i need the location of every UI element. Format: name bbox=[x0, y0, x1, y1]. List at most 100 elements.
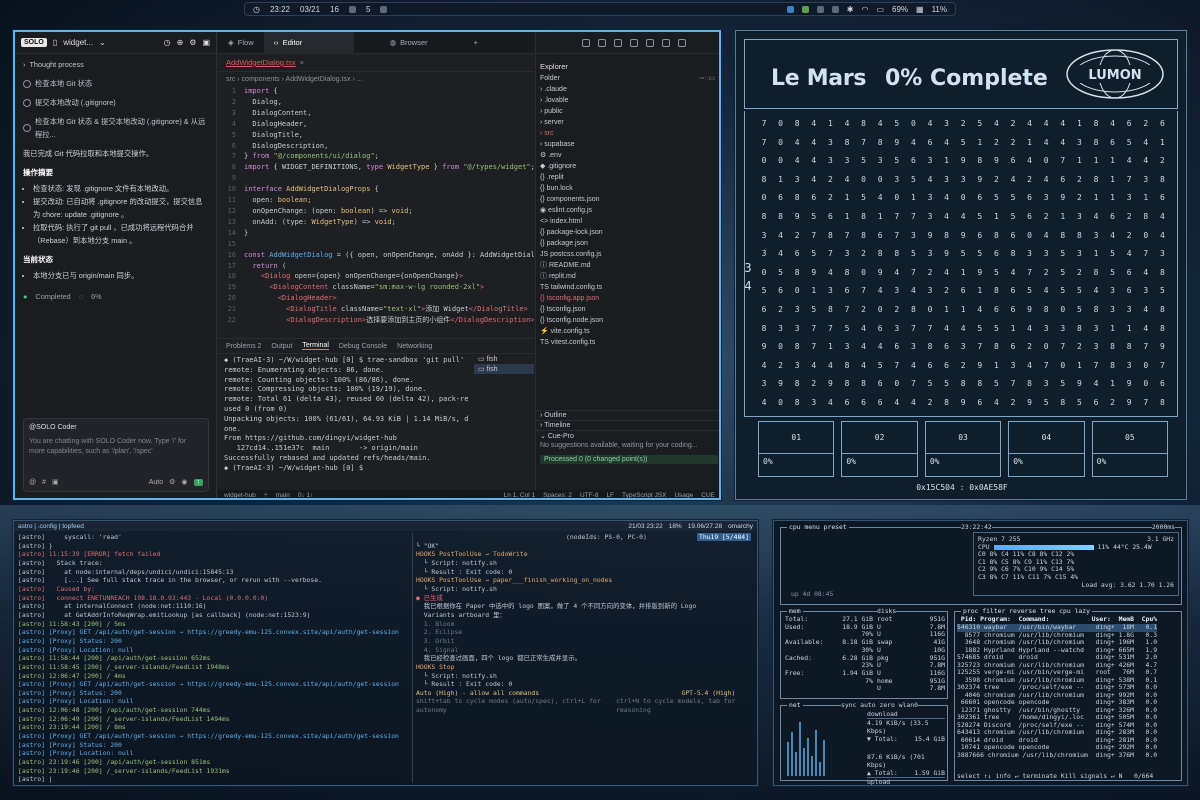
grid-number[interactable]: 4 bbox=[1141, 156, 1151, 165]
grid-number[interactable]: 5 bbox=[809, 249, 819, 258]
grid-number[interactable]: 5 bbox=[1074, 305, 1084, 314]
grid-number[interactable]: 8 bbox=[1091, 268, 1101, 277]
grid-number[interactable]: 0 bbox=[776, 119, 786, 128]
grid-number[interactable]: 0 bbox=[1058, 305, 1068, 314]
grid-number[interactable]: 3 bbox=[925, 193, 935, 202]
explorer-item[interactable]: › server bbox=[540, 117, 719, 128]
grid-number[interactable]: 3 bbox=[958, 342, 968, 351]
grid-number[interactable]: 4 bbox=[875, 119, 885, 128]
thought-process-toggle[interactable]: › Thought process bbox=[23, 58, 208, 71]
bin-04[interactable]: 04 0% bbox=[1008, 421, 1085, 477]
grid-number[interactable]: 6 bbox=[975, 398, 985, 407]
explorer-item[interactable]: TS tailwind.config.ts bbox=[540, 282, 719, 293]
grid-number[interactable]: 4 bbox=[925, 119, 935, 128]
grid-number[interactable]: 9 bbox=[958, 156, 968, 165]
window-layout-icon[interactable] bbox=[646, 38, 654, 47]
grid-number[interactable]: 8 bbox=[792, 398, 802, 407]
image-icon[interactable]: ▣ bbox=[52, 478, 59, 486]
grid-number[interactable]: 7 bbox=[1141, 249, 1151, 258]
grid-number[interactable]: 3 bbox=[942, 119, 952, 128]
grid-number[interactable]: 4 bbox=[908, 138, 918, 147]
grid-number[interactable]: 6 bbox=[892, 342, 902, 351]
grid-number[interactable]: 2 bbox=[892, 305, 902, 314]
grid-number[interactable]: 4 bbox=[1108, 119, 1118, 128]
grid-number[interactable]: 2 bbox=[1124, 212, 1134, 221]
grid-number[interactable]: 8 bbox=[1108, 361, 1118, 370]
grid-number[interactable]: 6 bbox=[925, 138, 935, 147]
grid-number[interactable]: 4 bbox=[908, 361, 918, 370]
explorer-item[interactable]: › src bbox=[540, 128, 719, 139]
grid-number[interactable]: 7 bbox=[859, 286, 869, 295]
grid-number[interactable]: 4 bbox=[892, 268, 902, 277]
close-icon[interactable]: ▣ bbox=[202, 38, 210, 47]
grid-number[interactable]: 6 bbox=[958, 286, 968, 295]
settings-icon[interactable]: ⚙ bbox=[189, 38, 196, 47]
mode-select[interactable]: Auto bbox=[149, 479, 163, 486]
grid-number[interactable]: 4 bbox=[1041, 175, 1051, 184]
code-line[interactable]: 22 <DialogDescription>选择要添加到主页的小组件</Dial… bbox=[218, 315, 534, 326]
grid-number[interactable]: 6 bbox=[1124, 119, 1134, 128]
grid-number[interactable]: 1 bbox=[908, 193, 918, 202]
grid-number[interactable]: 5 bbox=[975, 119, 985, 128]
proc-footer[interactable]: select ↑↓ info ↵ terminate Kill signals … bbox=[957, 772, 1153, 780]
grid-number[interactable]: 3 bbox=[792, 305, 802, 314]
grid-number[interactable]: 6 bbox=[1008, 305, 1018, 314]
grid-number[interactable]: 2 bbox=[1008, 398, 1018, 407]
explorer-item[interactable]: {} bun.lock bbox=[540, 183, 719, 194]
grid-number[interactable]: 7 bbox=[892, 231, 902, 240]
explorer-item[interactable]: ⓘ README.md bbox=[540, 260, 719, 271]
grid-number[interactable]: 6 bbox=[875, 379, 885, 388]
grid-number[interactable]: 5 bbox=[875, 361, 885, 370]
language-mode[interactable]: TypeScript JSX bbox=[622, 492, 666, 499]
code-line[interactable]: 18 <Dialog open={open} onOpenChange={onO… bbox=[218, 271, 534, 282]
cursor-position[interactable]: Ln 1, Col 1 bbox=[504, 492, 535, 499]
code-line[interactable]: 16 const AddWidgetDialog = ({ open, onOpe… bbox=[218, 250, 534, 261]
grid-number[interactable]: 2 bbox=[825, 175, 835, 184]
grid-number[interactable]: 8 bbox=[1041, 305, 1051, 314]
grid-number[interactable]: 2 bbox=[925, 268, 935, 277]
grid-number[interactable]: 4 bbox=[991, 119, 1001, 128]
explorer-item[interactable]: › supabase bbox=[540, 139, 719, 150]
grid-number[interactable]: 2 bbox=[991, 175, 1001, 184]
explorer-item[interactable]: ⚡ vite.config.ts bbox=[540, 326, 719, 337]
grid-number[interactable]: 3 bbox=[908, 231, 918, 240]
grid-number[interactable]: 5 bbox=[859, 193, 869, 202]
grid-number[interactable]: 2 bbox=[1108, 398, 1118, 407]
grid-number[interactable]: 5 bbox=[942, 379, 952, 388]
code-line[interactable]: 13 onAdd: (type: WidgetType) => void; bbox=[218, 217, 534, 228]
explorer-item[interactable]: › .lovable bbox=[540, 95, 719, 106]
grid-number[interactable]: 5 bbox=[809, 305, 819, 314]
grid-number[interactable]: 4 bbox=[809, 156, 819, 165]
grid-number[interactable]: 8 bbox=[1108, 342, 1118, 351]
grid-number[interactable]: 8 bbox=[759, 324, 769, 333]
grid-number[interactable]: 8 bbox=[759, 175, 769, 184]
grid-number[interactable]: 1 bbox=[991, 361, 1001, 370]
grid-number[interactable]: 5 bbox=[1058, 249, 1068, 258]
grid-number[interactable]: 9 bbox=[991, 156, 1001, 165]
grid-number[interactable]: 4 bbox=[942, 193, 952, 202]
grid-number[interactable]: 1 bbox=[1108, 193, 1118, 202]
btop-interval[interactable]: 2000ms bbox=[1151, 523, 1175, 531]
grid-number[interactable]: 4 bbox=[792, 138, 802, 147]
git-icon[interactable] bbox=[614, 38, 622, 47]
grid-number[interactable]: 4 bbox=[1025, 361, 1035, 370]
history-icon[interactable]: ◷ bbox=[164, 38, 171, 47]
grid-number[interactable]: 7 bbox=[842, 231, 852, 240]
grid-number[interactable]: 1 bbox=[1008, 324, 1018, 333]
grid-number[interactable]: 7 bbox=[1124, 175, 1134, 184]
minimize-icon[interactable] bbox=[662, 38, 670, 47]
grid-number[interactable]: 8 bbox=[859, 231, 869, 240]
grid-number[interactable]: 3 bbox=[842, 156, 852, 165]
grid-number[interactable]: 4 bbox=[809, 361, 819, 370]
grid-number[interactable]: 6 bbox=[942, 361, 952, 370]
grid-number[interactable]: 4 bbox=[925, 175, 935, 184]
grid-number[interactable]: 4 bbox=[875, 286, 885, 295]
grid-number[interactable]: 4 bbox=[1141, 138, 1151, 147]
grid-number[interactable]: 8 bbox=[1157, 175, 1167, 184]
grid-number[interactable]: 6 bbox=[991, 305, 1001, 314]
grid-number[interactable]: 9 bbox=[1124, 379, 1134, 388]
grid-number[interactable]: 6 bbox=[825, 212, 835, 221]
grid-number[interactable]: 6 bbox=[776, 286, 786, 295]
grid-number[interactable]: 8 bbox=[1058, 231, 1068, 240]
explorer-item[interactable]: {} .replit bbox=[540, 172, 719, 183]
